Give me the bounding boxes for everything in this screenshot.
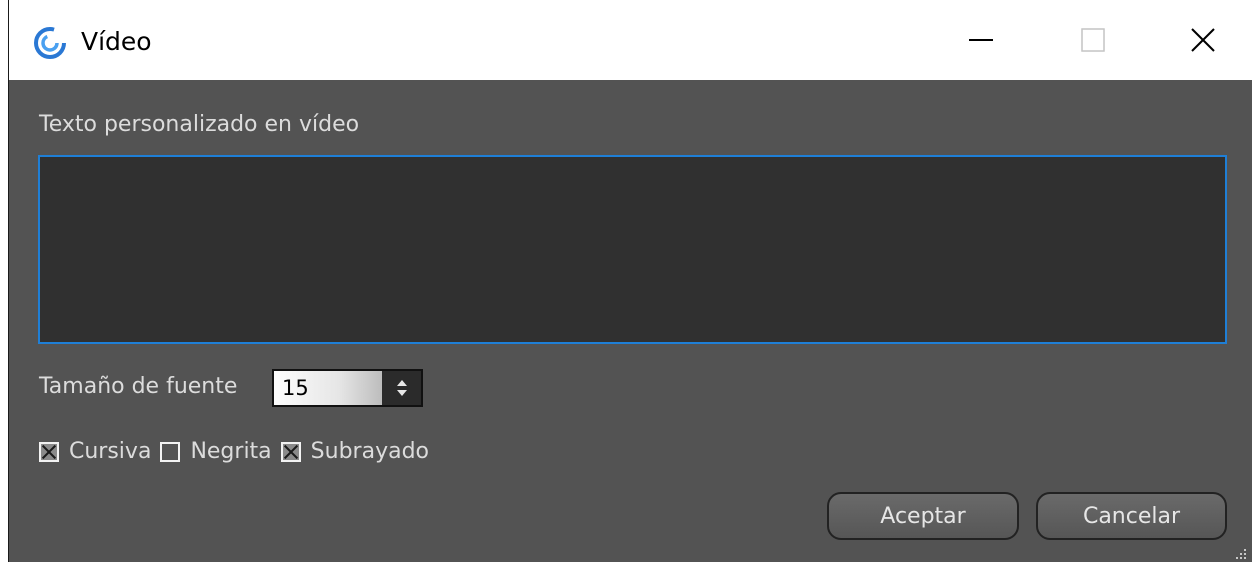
dialog-window: Vídeo Texto personalizado en vídeo Tamañ… bbox=[8, 0, 1252, 562]
dialog-body: Texto personalizado en vídeo Tamaño de f… bbox=[9, 80, 1252, 562]
checkbox-unchecked-icon[interactable] bbox=[160, 442, 181, 462]
cancel-button[interactable]: Cancelar bbox=[1036, 492, 1227, 540]
spiral-app-icon bbox=[33, 26, 67, 60]
arrow-down-icon[interactable] bbox=[396, 390, 407, 396]
italic-checkbox[interactable]: Cursiva bbox=[39, 437, 151, 467]
underline-checkbox[interactable]: Subrayado bbox=[280, 437, 429, 467]
close-button[interactable] bbox=[1173, 20, 1233, 64]
maximize-button[interactable] bbox=[1063, 20, 1123, 64]
underline-label: Subrayado bbox=[310, 439, 429, 464]
resize-grip-icon[interactable] bbox=[1234, 546, 1248, 560]
minimize-button[interactable] bbox=[951, 20, 1011, 64]
custom-text-label: Texto personalizado en vídeo bbox=[39, 112, 360, 137]
close-icon bbox=[1189, 26, 1217, 58]
style-options: Cursiva Negrita Subrayado bbox=[39, 435, 438, 469]
checkbox-checked-icon[interactable] bbox=[280, 442, 301, 462]
bold-label: Negrita bbox=[190, 439, 272, 464]
window-title: Vídeo bbox=[81, 27, 152, 56]
italic-label: Cursiva bbox=[69, 439, 152, 464]
checkbox-checked-icon[interactable] bbox=[39, 442, 59, 462]
font-size-value[interactable]: 15 bbox=[274, 371, 382, 405]
font-size-spinbox[interactable]: 15 bbox=[272, 369, 423, 407]
minimize-icon bbox=[967, 26, 995, 58]
title-bar[interactable]: Vídeo bbox=[9, 0, 1252, 80]
bold-checkbox[interactable]: Negrita bbox=[160, 437, 272, 467]
spin-arrows[interactable] bbox=[382, 371, 421, 405]
custom-text-input[interactable] bbox=[38, 155, 1227, 344]
font-size-label: Tamaño de fuente bbox=[39, 374, 238, 399]
arrow-up-icon[interactable] bbox=[396, 380, 407, 386]
maximize-icon bbox=[1079, 26, 1107, 58]
accept-button[interactable]: Aceptar bbox=[827, 492, 1019, 540]
